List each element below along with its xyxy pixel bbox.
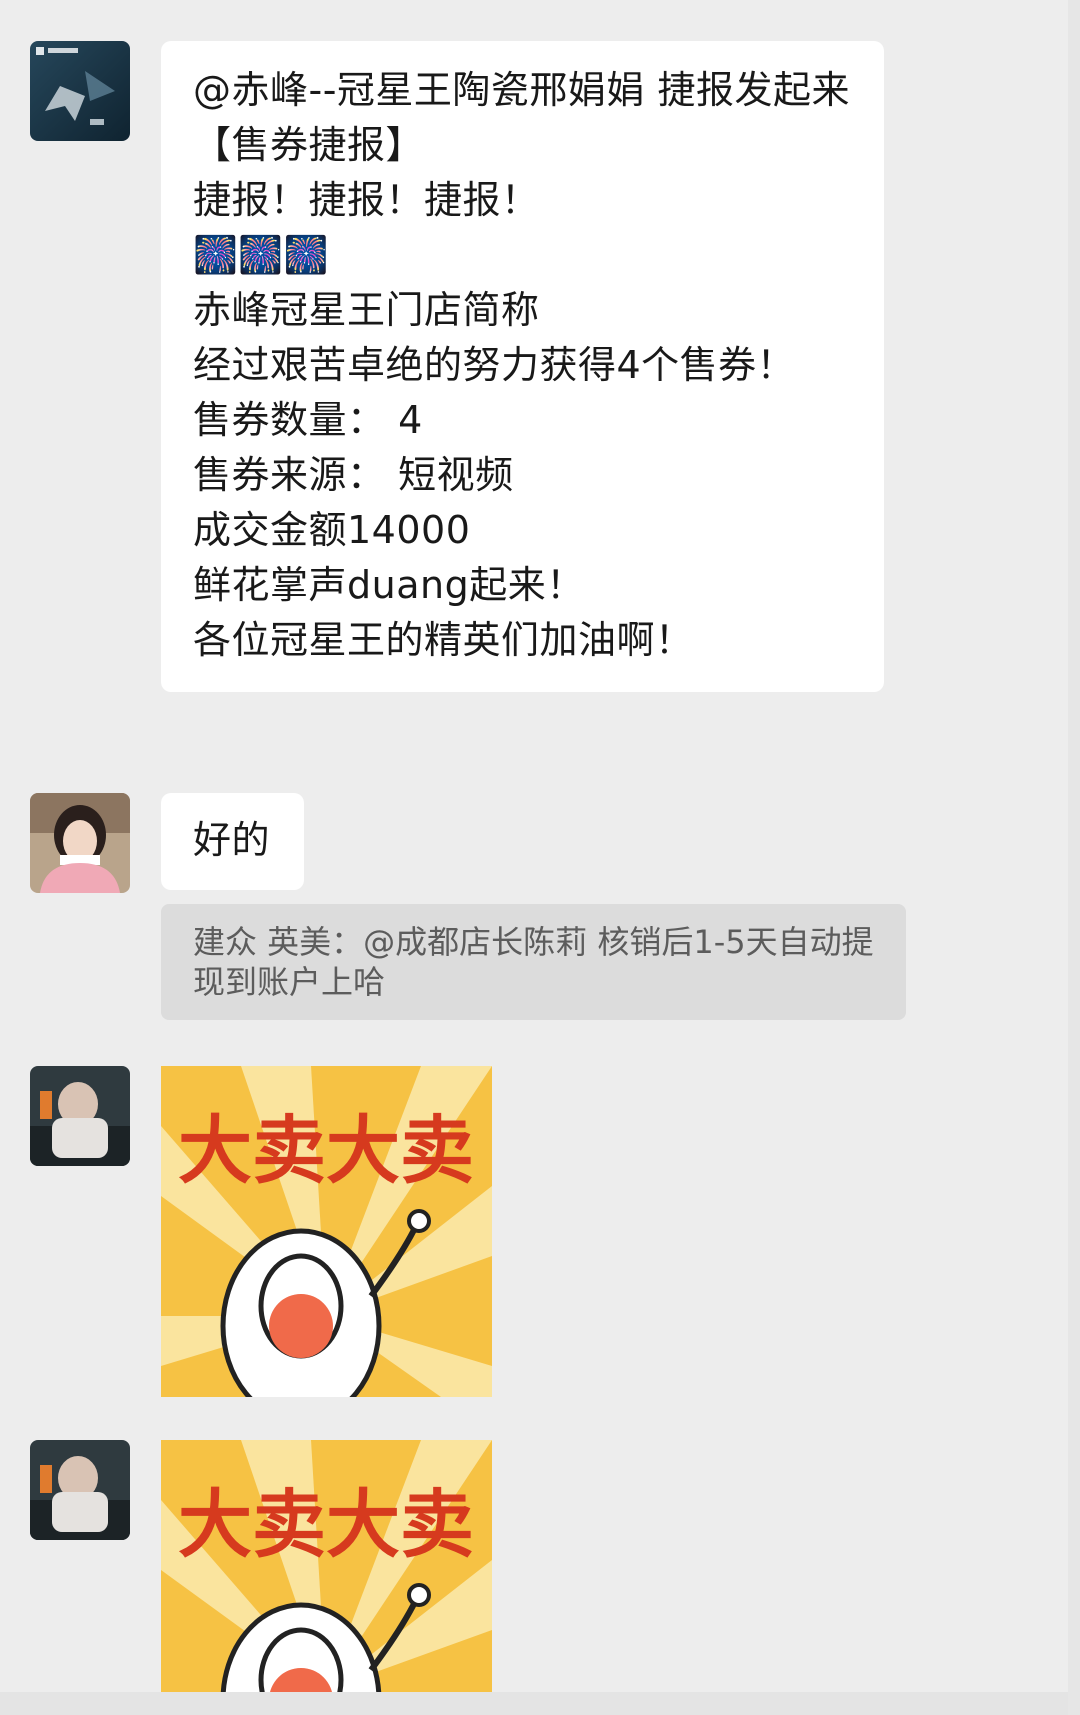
report-line: 各位冠星王的精英们加油啊！ — [193, 618, 694, 662]
bottom-edge — [0, 1692, 1080, 1715]
report-line: 售券来源： 短视频 — [193, 453, 514, 497]
sticker-graphic: 大卖大卖 — [161, 1440, 492, 1692]
user-photo-icon — [30, 793, 130, 893]
sticker-image[interactable]: 大卖大卖 — [161, 1440, 492, 1692]
report-line: 成交金额14000 — [193, 508, 471, 552]
report-line: 捷报！捷报！捷报！ — [193, 178, 540, 222]
sticker-caption: 大卖大卖 — [178, 1108, 474, 1194]
user-photo-icon — [30, 1066, 130, 1166]
message-bubble-reply[interactable]: 好的 — [161, 793, 304, 890]
avatar-sender-4[interactable] — [30, 1440, 130, 1540]
fireworks-emoji: 🎆🎆🎆 — [193, 235, 329, 276]
message-bubble-report[interactable]: @赤峰--冠星王陶瓷邢娟娟 捷报发起来 【售券捷报】 捷报！捷报！捷报！ 🎆🎆🎆… — [161, 41, 884, 692]
quote-text: 建众 英美：@成都店长陈莉 核销后1-5天自动提现到账户上哈 — [193, 923, 874, 1001]
sticker-graphic: 大卖大卖 — [161, 1066, 492, 1397]
report-line: 鲜花掌声duang起来！ — [193, 563, 585, 607]
sticker-caption: 大卖大卖 — [178, 1482, 474, 1568]
report-line: 售券数量： 4 — [193, 398, 423, 442]
quoted-message[interactable]: 建众 英美：@成都店长陈莉 核销后1-5天自动提现到账户上哈 — [161, 904, 906, 1020]
avatar-sender-3[interactable] — [30, 1066, 130, 1166]
report-line: 赤峰冠星王门店简称 — [193, 288, 540, 332]
report-line: 【售券捷报】 — [193, 123, 425, 167]
sticker-image[interactable]: 大卖大卖 — [161, 1066, 492, 1397]
avatar-user[interactable] — [30, 793, 130, 893]
right-edge — [1068, 0, 1080, 1715]
brand-logo-icon — [30, 41, 130, 141]
avatar-brand[interactable] — [30, 41, 130, 141]
reply-text: 好的 — [193, 818, 271, 862]
report-line: @赤峰--冠星王陶瓷邢娟娟 捷报发起来 — [193, 68, 851, 112]
report-line: 经过艰苦卓绝的努力获得4个售券！ — [193, 343, 796, 387]
user-photo-icon — [30, 1440, 130, 1540]
